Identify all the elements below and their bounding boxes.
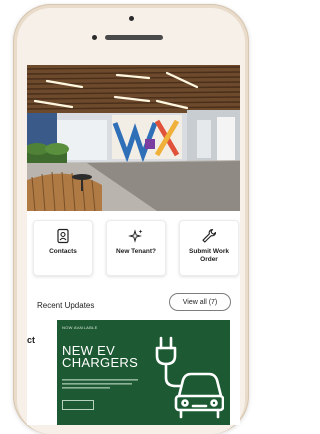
ev-charger-car-icon <box>155 336 224 419</box>
quick-actions: Contacts New Tenant? Submit Work Order <box>33 220 239 276</box>
app-screen: Contacts New Tenant? Submit Work Order R… <box>27 65 240 425</box>
tile-submit-work-order[interactable]: Submit Work Order <box>179 220 239 276</box>
partial-card-text: ct <box>27 335 36 345</box>
promo-logo <box>62 400 94 410</box>
promo-fine-print <box>62 378 140 390</box>
front-sensor <box>92 35 97 40</box>
promo-tag: NOW AVAILABLE <box>62 325 98 330</box>
ev-chargers-promo-card[interactable]: NOW AVAILABLE NEW EV CHARGERS <box>57 320 230 425</box>
tile-new-tenant[interactable]: New Tenant? <box>106 220 166 276</box>
tile-submit-work-order-label: Submit Work Order <box>189 248 229 263</box>
lobby-hero-image <box>27 65 240 211</box>
wrench-icon <box>202 228 217 243</box>
earpiece-speaker <box>105 35 163 40</box>
view-all-button[interactable]: View all (7) <box>169 293 231 311</box>
tile-contacts-label: Contacts <box>49 248 77 255</box>
recent-updates-title: Recent Updates <box>37 301 95 310</box>
tile-contacts[interactable]: Contacts <box>33 220 93 276</box>
sparkle-icon <box>128 229 143 243</box>
tile-new-tenant-label: New Tenant? <box>116 248 156 255</box>
promo-headline: NEW EV CHARGERS <box>62 343 139 370</box>
contact-card-icon <box>57 228 69 244</box>
camera-icon <box>129 16 134 21</box>
